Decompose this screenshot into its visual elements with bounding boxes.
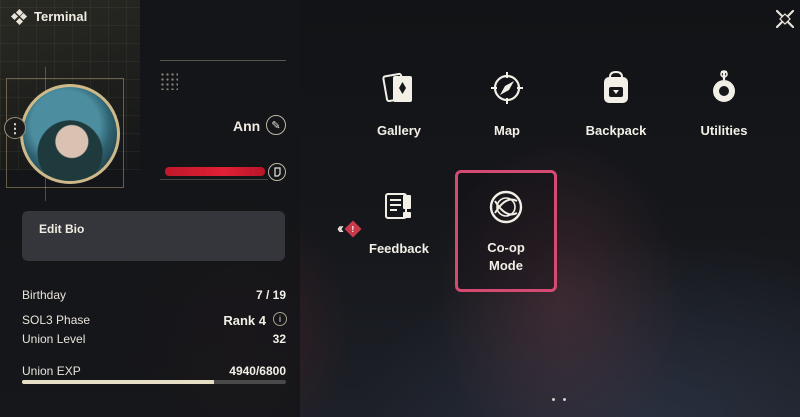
stat-union-level-value: 32	[272, 332, 286, 346]
gear-bomb-icon	[713, 70, 735, 102]
stat-phase-label: SOL3 Phase	[22, 313, 91, 327]
union-exp-progress-bar	[22, 380, 286, 384]
page-dot	[563, 398, 566, 401]
avatar[interactable]	[20, 84, 120, 184]
window-title-bar: Terminal	[10, 8, 88, 25]
info-icon[interactable]: i	[273, 312, 287, 326]
menu-utilities[interactable]: Utilities	[674, 68, 774, 140]
copy-uid-button[interactable]	[268, 163, 286, 181]
stat-birthday-label: Birthday	[22, 288, 67, 302]
close-button[interactable]	[774, 8, 796, 30]
stat-phase: SOL3 Phase Rank 4 i	[22, 312, 287, 328]
stat-birthday-value: 7 / 19	[255, 288, 286, 302]
menu-feedback-label: Feedback	[369, 241, 429, 256]
menu-map-label: Map	[494, 123, 520, 138]
coop-label-line2: Mode	[489, 258, 523, 273]
stat-union-level-label: Union Level	[22, 332, 86, 346]
stat-union-exp: Union EXP 4940/6800	[22, 364, 286, 378]
coop-label-line1: Co-op	[487, 240, 525, 255]
page-dot	[552, 398, 555, 401]
stat-union-level: Union Level 32	[22, 332, 286, 346]
avatar-options-button[interactable]: ⋮	[4, 117, 26, 139]
copy-icon	[273, 167, 281, 177]
diamond-cluster-icon	[10, 8, 28, 25]
coop-sphere-icon	[489, 190, 523, 224]
menu-feedback[interactable]: Feedback	[349, 186, 449, 258]
stat-phase-value: Rank 4	[223, 313, 266, 328]
stat-union-exp-label: Union EXP	[22, 364, 81, 378]
backpack-icon	[604, 70, 628, 103]
menu-coop-mode[interactable]: Co-op Mode	[455, 170, 557, 292]
page-indicator	[552, 398, 566, 401]
menu-utilities-label: Utilities	[700, 123, 748, 138]
edit-bio-label: Edit Bio	[39, 222, 85, 236]
window-title: Terminal	[34, 9, 88, 24]
uid-redaction	[165, 167, 265, 176]
divider	[160, 60, 286, 61]
player-name: Ann	[233, 118, 261, 134]
menu-gallery-label: Gallery	[376, 123, 422, 138]
menu-backpack-label: Backpack	[585, 123, 647, 138]
edit-name-button[interactable]: ✎	[266, 115, 286, 135]
menu-coop-mode-label: Co-op Mode	[458, 239, 554, 275]
double-chevron-left-icon: ‹‹	[337, 220, 344, 237]
menu-map[interactable]: Map	[457, 68, 557, 140]
stat-birthday: Birthday 7 / 19	[22, 288, 286, 302]
dot-grid-decoration	[160, 72, 178, 90]
edit-bio-button[interactable]: Edit Bio	[22, 211, 285, 261]
compass-icon	[491, 72, 523, 104]
profile-panel: Terminal ⋮ Ann ✎ Edit Bio Birthday 7 / 1…	[0, 0, 300, 417]
menu-backpack[interactable]: Backpack	[566, 68, 666, 140]
pencil-icon: ✎	[271, 119, 281, 132]
close-icon	[775, 9, 795, 29]
cards-icon	[382, 72, 412, 103]
feedback-icon	[385, 193, 411, 219]
stat-union-exp-value: 4940/6800	[229, 364, 286, 378]
union-exp-progress-fill	[22, 380, 214, 384]
menu-gallery[interactable]: Gallery	[349, 68, 449, 140]
